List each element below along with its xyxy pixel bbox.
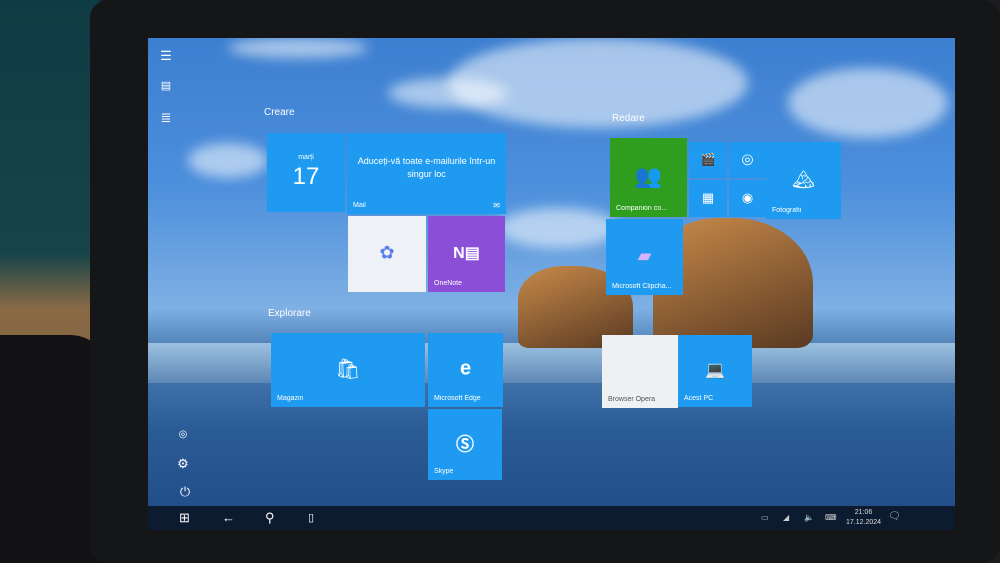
- taskbar-clock[interactable]: 21:06 17.12.2024: [846, 508, 881, 528]
- envelope-icon: ✉: [493, 201, 500, 210]
- tile-label: Skype: [434, 468, 454, 475]
- tile-acest-pc[interactable]: 💻 Acest PC: [678, 335, 752, 407]
- cloud: [188, 143, 268, 178]
- cloud: [448, 38, 748, 128]
- start-rail: ☰ ▤ ≣ ◎ ⚙ ⏻: [148, 38, 200, 506]
- store-bag-icon: 🛍: [335, 358, 361, 381]
- touch-keyboard-icon[interactable]: ⌨: [825, 513, 837, 522]
- cloud: [228, 38, 368, 58]
- tile-onenote[interactable]: N▤ OneNote: [428, 216, 505, 292]
- search-icon[interactable]: ⚲: [265, 510, 275, 526]
- computer-icon: 💻: [705, 362, 725, 379]
- clock-date: 17.12.2024: [846, 519, 882, 526]
- clapperboard-icon: 🎬: [700, 152, 716, 167]
- taskbar: ⊞ ← ⚲ ▯ ▭ ◢ 🔈 ⌨ 21:06 17.12.2024 🗨: [148, 506, 955, 530]
- tile-browser-opera[interactable]: Browser Opera: [602, 335, 678, 408]
- tile-movies-tv[interactable]: 🎬: [689, 142, 727, 178]
- tile-label: Acest PC: [684, 395, 714, 402]
- windows-start-icon[interactable]: ⊞: [179, 510, 190, 526]
- group-label-creare: Creare: [264, 107, 295, 118]
- all-apps-list-icon[interactable]: ≣: [154, 110, 178, 126]
- xbox-avatars-icon: 👥: [634, 163, 663, 189]
- back-arrow-icon[interactable]: ←: [222, 510, 235, 525]
- tile-microsoft-edge[interactable]: e Microsoft Edge: [428, 333, 503, 407]
- user-icon[interactable]: ◎: [171, 429, 195, 440]
- clock-time: 21:06: [854, 509, 873, 516]
- edge-icon: e: [459, 357, 472, 380]
- mail-message: Aduceți-vă toate e-mailurile într-un sin…: [357, 156, 496, 179]
- tile-mail[interactable]: Aduceți-vă toate e-mailurile într-un sin…: [347, 133, 506, 214]
- tile-calculator[interactable]: ▦: [689, 180, 727, 217]
- sea-horizon: [148, 343, 955, 383]
- tile-skype[interactable]: Ⓢ Skype: [428, 409, 502, 480]
- tile-label: Companion co...: [616, 205, 667, 212]
- tile-label: Microsoft Clipcha...: [612, 283, 672, 290]
- power-icon[interactable]: ⏻: [173, 484, 197, 500]
- notifications-icon[interactable]: 🗨: [888, 511, 901, 522]
- start-screen: ☰ ▤ ≣ ◎ ⚙ ⏻ Creare Explorare Redare marț…: [148, 38, 955, 530]
- tile-clipchamp[interactable]: ▰ Microsoft Clipcha...: [606, 219, 683, 295]
- webcam-icon: ◉: [741, 189, 754, 205]
- hamburger-menu-icon[interactable]: ☰: [154, 48, 178, 64]
- tile-groove-music[interactable]: ◎: [729, 142, 766, 178]
- cloud: [788, 68, 948, 138]
- calendar-day: marți: [298, 154, 314, 161]
- tiles-view-icon[interactable]: ▤: [154, 79, 178, 92]
- wifi-icon[interactable]: ◢: [783, 513, 789, 522]
- group-label-redare: Redare: [612, 113, 645, 124]
- calculator-icon: ▦: [701, 189, 715, 205]
- music-disc-icon: ◎: [741, 150, 754, 167]
- copilot-icon: ✿: [379, 242, 395, 263]
- skype-icon: Ⓢ: [456, 434, 474, 455]
- tile-label: OneNote: [434, 280, 463, 287]
- tile-label: Microsoft Edge: [434, 395, 481, 402]
- tile-label: Magazin: [277, 395, 304, 402]
- clipchamp-icon: ▰: [637, 245, 652, 266]
- volume-icon[interactable]: 🔈: [804, 513, 814, 522]
- tile-label: Mail: [353, 202, 366, 209]
- tile-fotografii[interactable]: 🏔 Fotografii: [766, 142, 841, 219]
- task-view-icon[interactable]: ▯: [308, 511, 314, 524]
- tile-camera[interactable]: ◉: [729, 180, 766, 217]
- onenote-icon: N▤: [453, 245, 480, 262]
- calendar-date: 17: [292, 163, 320, 190]
- cloud: [498, 208, 618, 248]
- battery-icon[interactable]: ▭: [761, 513, 769, 522]
- tile-label: Browser Opera: [608, 396, 656, 403]
- settings-icon[interactable]: ⚙: [171, 456, 195, 472]
- tile-magazin[interactable]: 🛍 Magazin: [271, 333, 425, 407]
- photo-icon: 🏔: [792, 168, 815, 189]
- tile-xbox-companion[interactable]: 👥 Companion co...: [610, 138, 687, 217]
- group-label-explorare: Explorare: [268, 308, 311, 319]
- tile-calendar[interactable]: marți 17: [267, 133, 345, 212]
- tile-copilot[interactable]: ✿: [348, 216, 426, 292]
- tile-label: Fotografii: [772, 207, 802, 214]
